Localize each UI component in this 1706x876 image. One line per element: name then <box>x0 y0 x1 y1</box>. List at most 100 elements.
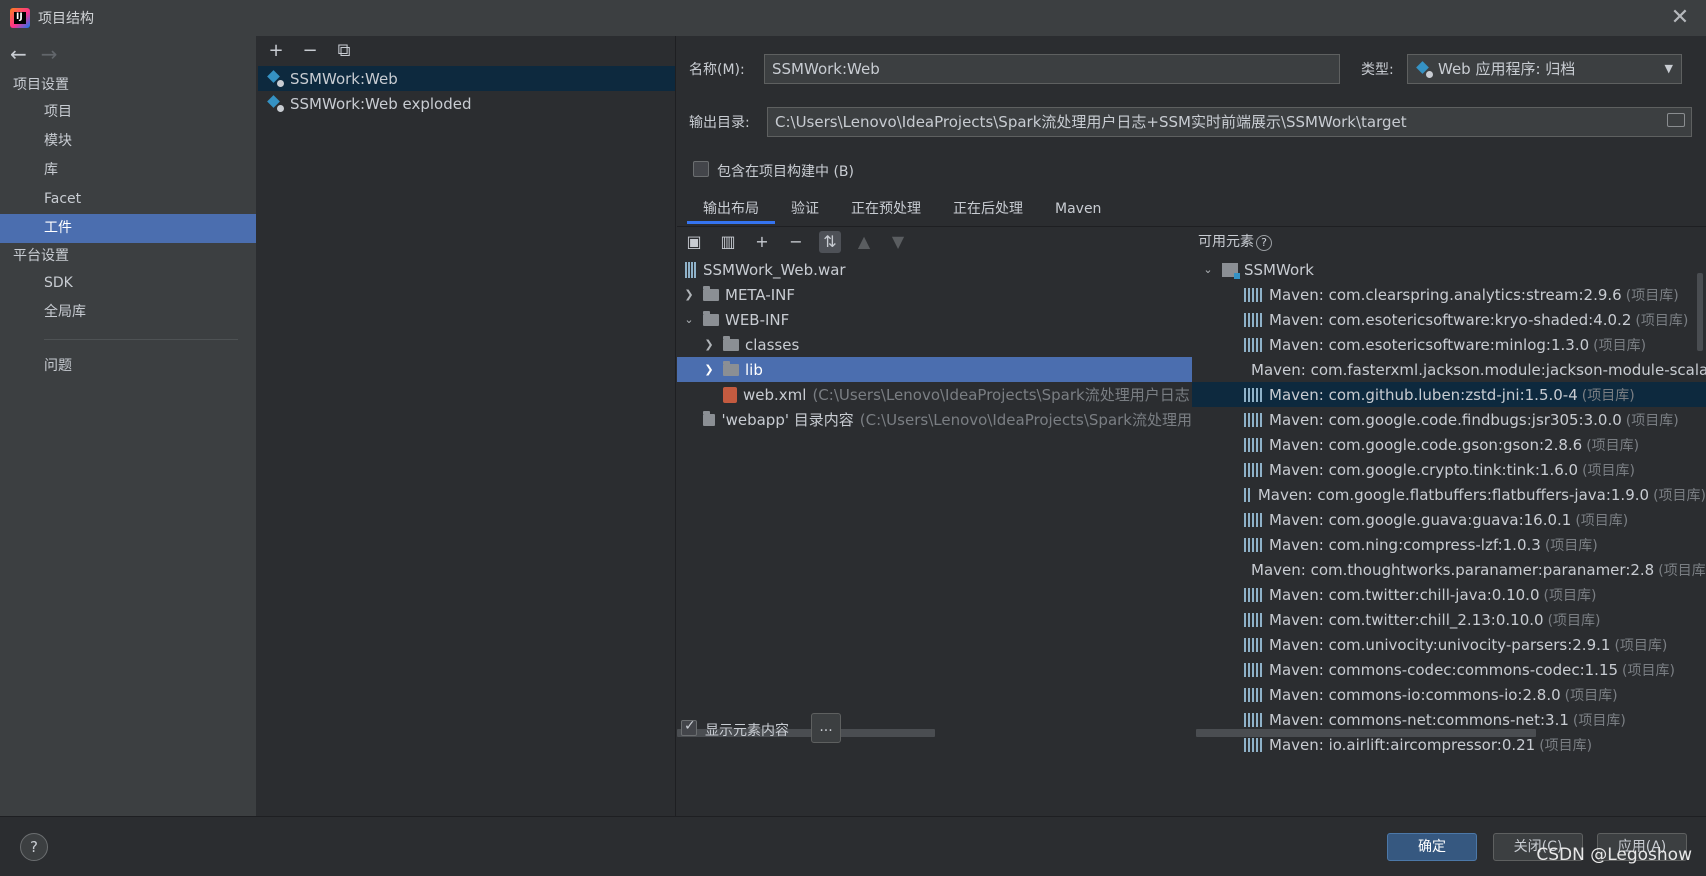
library-name: Maven: commons-io:commons-io:2.8.0 <box>1269 685 1561 704</box>
nav-item-libraries[interactable]: 库 <box>0 156 256 185</box>
library-icon <box>1244 487 1251 502</box>
library-scope-tag: (项目库) <box>1614 637 1668 654</box>
tab-postprocessing[interactable]: 正在后处理 <box>937 194 1039 224</box>
output-dir-field[interactable]: C:\Users\Lenovo\IdeaProjects\Spark流处理用户日… <box>767 107 1692 137</box>
artifact-item[interactable]: SSMWork:Web <box>258 66 675 91</box>
tab-preprocessing[interactable]: 正在预处理 <box>835 194 937 224</box>
name-label: 名称(M): <box>689 62 745 78</box>
artifact-config-panel: 名称(M): SSMWork:Web 类型: Web 应用程序: 归档 ▼ 输出… <box>677 36 1706 816</box>
nav-item-project[interactable]: 项目 <box>0 98 256 127</box>
tree-node-label: SSMWork <box>1244 260 1314 279</box>
add-copy-icon[interactable]: + <box>751 231 773 253</box>
tab-maven[interactable]: Maven <box>1039 194 1117 224</box>
tree-node-path: (C:\Users\Lenovo\IdeaProjects\Spark流处理用 <box>859 411 1192 429</box>
nav-section-platform-settings: 平台设置 <box>13 248 69 264</box>
move-up-icon[interactable]: ▲ <box>853 231 875 253</box>
nav-item-global-libraries[interactable]: 全局库 <box>0 298 256 327</box>
tree-node-webapp[interactable]: 'webapp' 目录内容 (C:\Users\Lenovo\IdeaProje… <box>677 407 1192 432</box>
tree-node-war[interactable]: SSMWork_Web.war <box>677 257 1192 282</box>
back-arrow-icon[interactable]: ← <box>10 44 27 64</box>
chevron-right-icon[interactable]: ❯ <box>681 288 697 301</box>
type-select[interactable]: Web 应用程序: 归档 ▼ <box>1407 54 1682 84</box>
remove-icon[interactable]: − <box>785 231 807 253</box>
layout-toolbar: ▣ ▥ + − ⇅ ▲ ▼ <box>677 227 1192 257</box>
include-in-build-label: 包含在项目构建中 (B) <box>717 164 854 180</box>
new-directory-icon[interactable]: ▣ <box>683 231 705 253</box>
nav-item-modules[interactable]: 模块 <box>0 127 256 156</box>
library-name: Maven: com.twitter:chill-java:0.10.0 <box>1269 585 1540 604</box>
library-item[interactable]: Maven: com.ning:compress-lzf:1.0.3 (项目库) <box>1192 532 1706 557</box>
close-icon[interactable]: ✕ <box>1668 6 1692 30</box>
artifact-label: SSMWork:Web <box>290 69 398 88</box>
library-item[interactable]: Maven: com.google.flatbuffers:flatbuffer… <box>1192 482 1706 507</box>
available-horizontal-scrollbar[interactable] <box>1196 729 1536 737</box>
library-scope-tag: (项目库) <box>1593 337 1647 354</box>
library-icon <box>1244 612 1262 627</box>
library-icon <box>1244 337 1262 352</box>
tree-node-module[interactable]: ⌄ SSMWork <box>1192 257 1706 282</box>
remove-artifact-button[interactable]: − <box>300 42 320 60</box>
artifact-label: SSMWork:Web exploded <box>290 94 472 113</box>
nav-item-sdk[interactable]: SDK <box>0 269 256 298</box>
library-scope-tag: (项目库) <box>1625 287 1679 304</box>
chevron-right-icon[interactable]: ❯ <box>701 338 717 351</box>
library-scope-tag: (项目库) <box>1572 712 1626 729</box>
add-artifact-button[interactable]: + <box>266 42 286 60</box>
dialog-button-bar: ? 确定 关闭(C) 应用(A) CSDN @Legoshow <box>0 816 1706 876</box>
nav-item-problems[interactable]: 问题 <box>0 352 256 381</box>
tab-validation[interactable]: 验证 <box>775 194 835 224</box>
library-icon <box>1244 387 1262 402</box>
available-vertical-scrollbar[interactable] <box>1697 273 1703 351</box>
forward-arrow-icon[interactable]: → <box>41 44 58 64</box>
library-item[interactable]: Maven: com.google.crypto.tink:tink:1.6.0… <box>1192 457 1706 482</box>
chevron-down-icon[interactable]: ⌄ <box>681 313 697 326</box>
library-item[interactable]: Maven: com.twitter:chill-java:0.10.0 (项目库… <box>1192 582 1706 607</box>
tree-node-web-xml[interactable]: web.xml (C:\Users\Lenovo\IdeaProjects\Sp… <box>677 382 1192 407</box>
library-item[interactable]: Maven: commons-codec:commons-codec:1.15(… <box>1192 657 1706 682</box>
tree-node-label: WEB-INF <box>725 310 790 329</box>
artifact-toolbar: + − ⧉ <box>258 36 675 66</box>
name-field[interactable]: SSMWork:Web <box>764 54 1340 84</box>
library-item[interactable]: Maven: commons-io:commons-io:2.8.0 (项目库) <box>1192 682 1706 707</box>
tree-node-classes[interactable]: ❯ classes <box>677 332 1192 357</box>
create-archive-icon[interactable]: ▥ <box>717 231 739 253</box>
tree-node-label: lib <box>745 360 763 379</box>
library-item[interactable]: Maven: com.github.luben:zstd-jni:1.5.0-4… <box>1192 382 1706 407</box>
library-item[interactable]: Maven: com.thoughtworks.paranamer:parana… <box>1192 557 1706 582</box>
library-item[interactable]: Maven: com.esotericsoftware:kryo-shaded:… <box>1192 307 1706 332</box>
more-options-button[interactable]: ... <box>811 713 841 743</box>
archive-icon <box>685 261 697 278</box>
nav-item-artifacts[interactable]: 工件 <box>0 214 256 243</box>
library-item[interactable]: Maven: com.twitter:chill_2.13:0.10.0 (项目库… <box>1192 607 1706 632</box>
move-down-icon[interactable]: ▼ <box>887 231 909 253</box>
library-icon <box>1244 537 1262 552</box>
browse-folder-icon[interactable] <box>1667 113 1685 127</box>
library-name: Maven: com.google.crypto.tink:tink:1.6.0 <box>1269 460 1579 479</box>
chevron-down-icon: ▼ <box>1664 62 1673 75</box>
library-item[interactable]: Maven: com.clearspring.analytics:stream:… <box>1192 282 1706 307</box>
nav-item-facets[interactable]: Facet <box>0 185 256 214</box>
sort-alphabetically-icon[interactable]: ⇅ <box>819 231 841 253</box>
help-icon[interactable]: ? <box>1256 235 1272 251</box>
show-content-checkbox[interactable] <box>681 718 697 736</box>
tab-output-layout[interactable]: 输出布局 <box>687 194 775 224</box>
library-item[interactable]: Maven: com.google.code.findbugs:jsr305:3… <box>1192 407 1706 432</box>
chevron-down-icon[interactable]: ⌄ <box>1200 263 1216 276</box>
tree-node-web-inf[interactable]: ⌄ WEB-INF <box>677 307 1192 332</box>
show-content-label: 显示元素内容 <box>705 723 789 739</box>
copy-artifact-button[interactable]: ⧉ <box>334 42 354 60</box>
library-item[interactable]: Maven: com.univocity:univocity-parsers:2… <box>1192 632 1706 657</box>
tree-node-meta-inf[interactable]: ❯ META-INF <box>677 282 1192 307</box>
library-item[interactable]: Maven: com.esotericsoftware:minlog:1.3.0… <box>1192 332 1706 357</box>
library-scope-tag: (项目库) <box>1653 487 1706 504</box>
library-item[interactable]: Maven: com.fasterxml.jackson.module:jack… <box>1192 357 1706 382</box>
artifact-item[interactable]: SSMWork:Web exploded <box>258 91 675 116</box>
library-item[interactable]: Maven: com.google.guava:guava:16.0.1 (项目库… <box>1192 507 1706 532</box>
tree-node-lib[interactable]: ❯ lib <box>677 357 1192 382</box>
ok-button[interactable]: 确定 <box>1387 833 1477 861</box>
help-button[interactable]: ? <box>20 833 48 861</box>
library-icon <box>1244 412 1262 427</box>
chevron-right-icon[interactable]: ❯ <box>701 363 717 376</box>
include-in-build-checkbox[interactable] <box>693 161 709 177</box>
library-item[interactable]: Maven: com.google.code.gson:gson:2.8.6 (项… <box>1192 432 1706 457</box>
